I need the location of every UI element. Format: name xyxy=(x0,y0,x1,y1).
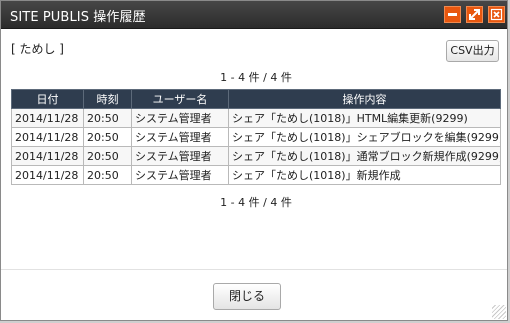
cell-time: 20:50 xyxy=(83,127,132,147)
column-header-time[interactable]: 時刻 xyxy=(83,89,132,109)
cell-time: 20:50 xyxy=(83,165,132,185)
pager-info-bottom: 1 - 4 件 / 4 件 xyxy=(220,196,292,209)
cell-date: 2014/11/28 xyxy=(11,108,84,128)
cell-user: システム管理者 xyxy=(131,127,229,147)
cell-date: 2014/11/28 xyxy=(11,146,84,166)
table-row: 2014/11/28 20:50 システム管理者 シェア「ためし(1018)」新… xyxy=(11,165,501,185)
table-row: 2014/11/28 20:50 システム管理者 シェア「ためし(1018)」通… xyxy=(11,146,501,166)
site-tag: [ ためし ] xyxy=(11,42,64,56)
title-bar[interactable]: SITE PUBLIS 操作履歴 xyxy=(1,1,507,29)
minimize-button[interactable] xyxy=(444,6,461,23)
cell-time: 20:50 xyxy=(83,146,132,166)
history-table: 日付 時刻 ユーザー名 操作内容 2014/11/28 20:50 システム管理… xyxy=(11,89,501,185)
table-header-row: 日付 時刻 ユーザー名 操作内容 xyxy=(11,89,501,109)
cell-operation: シェア「ためし(1018)」シェアブロックを編集(9299) xyxy=(228,127,501,147)
table-row: 2014/11/28 20:50 システム管理者 シェア「ためし(1018)」H… xyxy=(11,108,501,128)
close-window-button[interactable] xyxy=(488,6,505,23)
close-button[interactable]: 閉じる xyxy=(213,283,281,310)
resize-grip-icon[interactable] xyxy=(492,305,506,319)
cell-date: 2014/11/28 xyxy=(11,127,84,147)
column-header-date[interactable]: 日付 xyxy=(11,89,84,109)
csv-export-button[interactable]: CSV出力 xyxy=(446,40,499,62)
cell-user: システム管理者 xyxy=(131,165,229,185)
pager-info-top: 1 - 4 件 / 4 件 xyxy=(220,71,292,84)
column-header-user[interactable]: ユーザー名 xyxy=(131,89,229,109)
window-title: SITE PUBLIS 操作履歴 xyxy=(10,10,146,25)
cell-time: 20:50 xyxy=(83,108,132,128)
maximize-button[interactable] xyxy=(466,6,483,23)
cell-date: 2014/11/28 xyxy=(11,165,84,185)
cell-operation: シェア「ためし(1018)」通常ブロック新規作成(9299) xyxy=(228,146,501,166)
cell-user: システム管理者 xyxy=(131,108,229,128)
cell-operation: シェア「ためし(1018)」新規作成 xyxy=(228,165,501,185)
column-header-operation[interactable]: 操作内容 xyxy=(228,89,501,109)
cell-user: システム管理者 xyxy=(131,146,229,166)
table-row: 2014/11/28 20:50 システム管理者 シェア「ためし(1018)」シ… xyxy=(11,127,501,147)
operation-history-dialog: SITE PUBLIS 操作履歴 [ ためし] CSV出力 1 - 4 件 /… xyxy=(0,0,508,321)
footer-divider xyxy=(1,269,507,270)
cell-operation: シェア「ためし(1018)」HTML編集更新(9299) xyxy=(228,108,501,128)
